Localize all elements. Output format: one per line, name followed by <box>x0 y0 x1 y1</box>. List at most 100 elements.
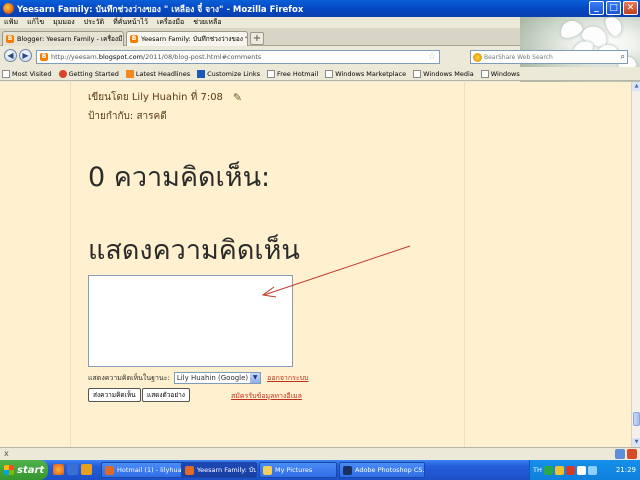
identity-selected: Lily Huahin (Google) <box>176 374 249 382</box>
comment-textarea[interactable] <box>88 275 293 367</box>
bookmark-star-icon[interactable]: ☆ <box>428 52 436 62</box>
menu-history[interactable]: ประวัติ <box>84 17 104 28</box>
navigation-bar: ◀ ▶ B http://yeesarn.blogspot.com/2011/0… <box>0 46 628 67</box>
menu-view[interactable]: มุมมอง <box>53 17 74 28</box>
status-close-icon[interactable]: x <box>4 449 9 458</box>
photoshop-icon <box>343 465 352 475</box>
menu-file[interactable]: แฟ้ม <box>4 17 18 28</box>
url-text: http://yeesarn.blogspot.com/2011/08/blog… <box>51 53 262 61</box>
firefox-icon <box>105 465 114 475</box>
firefox-icon <box>3 3 14 14</box>
blogger-icon: B <box>130 35 138 43</box>
labels-prefix: ป้ายกำกับ: <box>88 111 134 122</box>
comments-count-heading: 0 ความคิดเห็น: <box>88 162 271 193</box>
task-hotmail[interactable]: Hotmail (1) - lilyhuahi... <box>101 462 185 478</box>
minimize-button[interactable]: _ <box>589 1 604 15</box>
tray-icon[interactable] <box>565 465 575 475</box>
quick-launch <box>53 464 92 475</box>
edit-pencil-icon[interactable]: ✎ <box>233 91 242 104</box>
status-bar: x <box>0 447 640 460</box>
menu-bookmarks[interactable]: ที่คั่นหน้าไว้ <box>113 17 148 28</box>
vertical-scrollbar[interactable]: ▲ ▼ <box>631 82 640 447</box>
firefox-quicklaunch-icon[interactable] <box>53 464 64 475</box>
close-window-button[interactable]: ✕ <box>623 1 638 15</box>
site-favicon-icon: B <box>40 53 48 61</box>
label-link[interactable]: สารคดี <box>136 111 166 122</box>
post-byline: เขียนโดย Lily Huahin ที่ 7:08 ✎ <box>88 90 242 105</box>
scroll-down-icon[interactable]: ▼ <box>632 438 640 447</box>
post-labels: ป้ายกำกับ: สารคดี <box>88 109 167 124</box>
bookmark-customize-links[interactable]: Customize Links <box>197 69 260 78</box>
tab-label: Yeesarn Family: บันทึกช่วงว่างของ " เหลื… <box>141 35 248 43</box>
task-yeesarn-family[interactable]: Yeesarn Family: บันที... <box>181 462 257 478</box>
tab-yeesarn-family[interactable]: B Yeesarn Family: บันทึกช่วงว่างของ " เห… <box>126 31 248 46</box>
menu-tools[interactable]: เครื่องมือ <box>157 17 184 28</box>
tab-label: Blogger: Yeesarn Family - เครื่องมือออกแ… <box>17 35 124 43</box>
bookmark-most-visited[interactable]: Most Visited <box>2 69 52 78</box>
signout-link[interactable]: ออกจากระบบ <box>267 373 308 384</box>
tab-bar: B Blogger: Yeesarn Family - เครื่องมือออ… <box>0 28 520 46</box>
menu-help[interactable]: ช่วยเหลือ <box>193 17 221 28</box>
page-icon <box>2 69 10 78</box>
page-content: เขียนโดย Lily Huahin ที่ 7:08 ✎ ป้ายกำกั… <box>0 82 631 447</box>
forward-button[interactable]: ▶ <box>19 49 32 62</box>
page-icon <box>480 69 489 78</box>
identity-select[interactable]: Lily Huahin (Google) ▼ <box>173 372 262 384</box>
tray-icon[interactable] <box>543 465 553 475</box>
scroll-up-icon[interactable]: ▲ <box>632 82 640 91</box>
bearshare-logo-icon <box>473 52 482 62</box>
post-comment-heading: แสดงความคิดเห็น <box>88 235 300 266</box>
clock: 21:29 <box>615 466 636 474</box>
menu-edit[interactable]: แก้ไข <box>27 17 44 28</box>
task-my-pictures[interactable]: My Pictures <box>259 462 337 478</box>
blogger-icon: B <box>6 35 14 43</box>
language-indicator[interactable]: TH <box>533 466 542 474</box>
addon-icon[interactable] <box>627 449 637 459</box>
start-button[interactable]: start <box>0 460 48 480</box>
search-icon[interactable]: ⌕ <box>621 52 625 62</box>
url-bar[interactable]: B http://yeesarn.blogspot.com/2011/08/bl… <box>36 50 440 64</box>
rss-icon <box>125 69 134 78</box>
status-addon-icons <box>615 449 637 459</box>
page-icon <box>325 69 334 78</box>
tray-icon[interactable] <box>576 465 586 475</box>
search-box[interactable]: BearShare Web Search ⌕ <box>470 50 628 64</box>
firefox-icon <box>185 465 194 475</box>
chevron-down-icon[interactable]: ▼ <box>250 373 261 383</box>
preview-comment-button[interactable]: แสดงตัวอย่าง <box>142 388 190 402</box>
new-tab-button[interactable]: + <box>250 32 264 45</box>
subscribe-email-link[interactable]: สมัครรับข้อมูลทางอีเมล <box>231 391 302 402</box>
window-title: Yeesarn Family: บันทึกช่วงว่างของ " เหลื… <box>17 4 304 15</box>
folder-icon <box>263 465 272 475</box>
bookmark-windows[interactable]: Windows <box>480 69 520 78</box>
back-button[interactable]: ◀ <box>4 49 17 62</box>
tab-blogger[interactable]: B Blogger: Yeesarn Family - เครื่องมือออ… <box>2 31 124 46</box>
bookmarks-toolbar: Most Visited Getting Started Latest Head… <box>0 67 640 81</box>
bookmark-latest-headlines[interactable]: Latest Headlines <box>125 69 190 78</box>
bookmark-windows-media[interactable]: Windows Media <box>413 69 474 78</box>
addon-icon[interactable] <box>615 449 625 459</box>
bookmark-windows-marketplace[interactable]: Windows Marketplace <box>325 69 406 78</box>
volume-icon[interactable] <box>587 465 597 475</box>
tray-icon[interactable] <box>554 465 564 475</box>
publish-comment-button[interactable]: ส่งความคิดเห็น <box>88 388 141 402</box>
bookmark-free-hotmail[interactable]: Free Hotmail <box>267 69 318 78</box>
windows-logo-icon <box>4 465 14 475</box>
firefox-page-icon <box>58 69 67 78</box>
ie-quicklaunch-icon[interactable] <box>67 464 78 475</box>
msn-icon <box>197 69 206 78</box>
windows-taskbar: start Hotmail (1) - lilyhuahi... Yeesarn… <box>0 460 640 480</box>
identity-row: แสดงความคิดเห็นในฐานะ: Lily Huahin (Goog… <box>88 372 309 384</box>
page-icon <box>413 69 422 78</box>
left-margin-column <box>0 82 70 447</box>
media-quicklaunch-icon[interactable] <box>81 464 92 475</box>
task-photoshop[interactable]: Adobe Photoshop CS... <box>339 462 425 478</box>
maximize-button[interactable]: □ <box>606 1 621 15</box>
search-placeholder: BearShare Web Search <box>484 53 553 61</box>
bookmark-getting-started[interactable]: Getting Started <box>58 69 119 78</box>
system-tray: TH 21:29 <box>529 460 640 480</box>
scrollbar-thumb[interactable] <box>633 412 640 426</box>
window-titlebar: Yeesarn Family: บันทึกช่วงว่างของ " เหลื… <box>0 0 640 17</box>
identity-label: แสดงความคิดเห็นในฐานะ: <box>88 373 170 382</box>
page-icon <box>267 69 275 78</box>
